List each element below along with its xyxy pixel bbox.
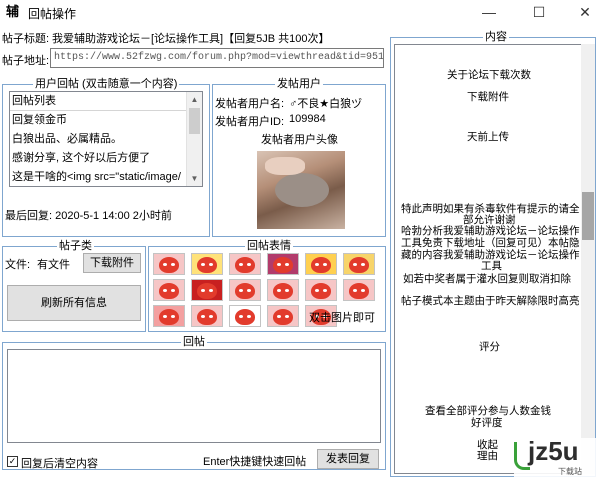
content-line: 天前上传 xyxy=(467,131,509,143)
scroll-up-icon[interactable]: ▲ xyxy=(187,92,202,107)
content-scrollbar[interactable] xyxy=(581,44,595,474)
emoticon-item[interactable] xyxy=(191,279,223,301)
minimize-button[interactable]: — xyxy=(474,0,504,24)
emoticon-face-icon xyxy=(159,309,179,325)
emoticon-item[interactable] xyxy=(153,253,185,275)
emoticon-face-icon xyxy=(311,283,331,299)
reply-list-scrollbar[interactable]: ▲ ▼ xyxy=(186,92,202,186)
poster-uid-label: 发帖者用户ID: xyxy=(215,116,285,128)
content-group-title: 内容 xyxy=(483,31,509,43)
scroll-thumb[interactable] xyxy=(189,108,200,134)
emoticon-item[interactable] xyxy=(229,253,261,275)
reply-group-title: 回帖 xyxy=(181,336,207,348)
poster-group-title: 发帖用户 xyxy=(275,78,323,90)
avatar-hand-shape xyxy=(265,157,305,175)
content-scroll-thumb[interactable] xyxy=(582,192,594,240)
emoticon-face-icon xyxy=(235,309,255,325)
emoticon-item[interactable] xyxy=(229,305,261,327)
list-item[interactable]: 这是干啥的<img src="static/image/ xyxy=(10,168,202,186)
list-item[interactable]: 回复领金币 xyxy=(10,111,202,130)
emoticons-group: 回帖表情 双击图片即可 xyxy=(148,240,386,332)
send-reply-button[interactable]: 发表回复 xyxy=(317,449,379,469)
emoticons-title: 回帖表情 xyxy=(245,240,293,252)
emoticon-item[interactable] xyxy=(191,253,223,275)
emoticon-face-icon xyxy=(159,257,179,273)
avatar-cat-shape xyxy=(275,173,329,207)
emoticon-item[interactable] xyxy=(267,279,299,301)
post-type-title: 帖子类 xyxy=(57,240,94,252)
enter-shortcut-hint: Enter快捷键快速回帖 xyxy=(203,456,307,468)
app-icon: 辅 xyxy=(6,4,20,19)
post-url-input[interactable]: https://www.52fzwg.com/forum.php?mod=vie… xyxy=(50,48,384,68)
reply-textarea[interactable] xyxy=(7,349,381,443)
emoticon-item[interactable] xyxy=(153,279,185,301)
emoticon-face-icon xyxy=(159,283,179,299)
emoticon-item[interactable] xyxy=(229,279,261,301)
emoticon-face-icon xyxy=(235,257,255,273)
content-line: 帖子模式本主题由于昨天解除限时高亮 xyxy=(401,295,580,307)
reply-group: 回帖 ✓ 回复后清空内容 Enter快捷键快速回帖 发表回复 xyxy=(2,336,386,470)
list-item[interactable]: 白狼出品、必属精品。 xyxy=(10,130,202,149)
poster-username-value: ♂不良★白狼ヅ xyxy=(289,98,363,110)
reply-list-header: 回帖列表 xyxy=(10,92,202,111)
content-line: 理由 xyxy=(477,450,498,462)
watermark-sub: 下载站 xyxy=(558,467,582,476)
post-url-label: 帖子地址: xyxy=(2,55,50,67)
poster-username-label: 发帖者用户名: xyxy=(215,98,285,110)
content-line: 好评度 xyxy=(471,417,503,429)
file-value: 有文件 xyxy=(37,259,70,271)
watermark-logo: jz5u 下载站 xyxy=(514,436,598,478)
emoticon-item[interactable] xyxy=(305,253,337,275)
download-attachment-button[interactable]: 下载附件 xyxy=(83,253,141,273)
emoticon-face-icon xyxy=(197,257,217,273)
emoticon-face-icon xyxy=(273,283,293,299)
post-type-group: 帖子类 文件: 有文件 下载附件 刷新所有信息 xyxy=(2,240,146,332)
maximize-button[interactable]: ☐ xyxy=(524,0,554,24)
content-line: 评分 xyxy=(479,341,500,353)
content-line: 关于论坛下载次数 xyxy=(447,69,531,81)
emoticon-face-icon xyxy=(197,309,217,325)
poster-group: 发帖用户 发帖者用户名: ♂不良★白狼ヅ 发帖者用户ID: 109984 发帖者… xyxy=(212,78,386,237)
emoticon-item[interactable] xyxy=(153,305,185,327)
emoticon-item[interactable] xyxy=(267,253,299,275)
user-replies-group: 用户回帖 (双击随意一个内容) 回帖列表 回复领金币 白狼出品、必属精品。 感谢… xyxy=(2,78,210,237)
clear-after-reply-label: 回复后清空内容 xyxy=(21,458,98,470)
emoticon-item[interactable] xyxy=(343,253,375,275)
content-textbox[interactable]: 关于论坛下载次数 下载附件 天前上传 特此声明如果有杀毒软件有提示的请全 部允许… xyxy=(394,44,594,474)
user-replies-title: 用户回帖 (双击随意一个内容) xyxy=(33,78,180,90)
poster-avatar-label: 发帖者用户头像 xyxy=(261,134,338,146)
emoticon-face-icon xyxy=(273,257,293,273)
emoticon-item[interactable] xyxy=(305,279,337,301)
emoticon-face-icon xyxy=(273,309,293,325)
content-line: 下载附件 xyxy=(467,91,509,103)
emoticon-item[interactable] xyxy=(191,305,223,327)
emoticon-face-icon xyxy=(349,283,369,299)
emoticon-face-icon xyxy=(311,257,331,273)
emoticon-item[interactable] xyxy=(343,279,375,301)
clear-after-reply-checkbox[interactable]: ✓ xyxy=(7,456,18,467)
reply-listbox[interactable]: 回帖列表 回复领金币 白狼出品、必属精品。 感谢分享, 这个好以后方便了 这是干… xyxy=(9,91,203,187)
post-title-value: 我爱辅助游戏论坛－[论坛操作工具]【回复5JB 共100次】 xyxy=(52,33,330,45)
content-line: 如若中奖者属于灌水回复则取消扣除 xyxy=(403,273,571,285)
emoticon-face-icon xyxy=(349,257,369,273)
poster-uid-value: 109984 xyxy=(289,113,326,125)
close-button[interactable]: ✕ xyxy=(570,0,600,24)
watermark-text: jz5u xyxy=(528,436,579,466)
refresh-all-button[interactable]: 刷新所有信息 xyxy=(7,285,141,321)
post-title-label: 帖子标题: xyxy=(2,33,50,45)
title-bar: 辅 回帖操作 — ☐ ✕ xyxy=(0,0,600,26)
list-item[interactable]: 感谢分享, 这个好以后方便了 xyxy=(10,149,202,168)
last-reply-text: 最后回复: 2020-5-1 14:00 2小时前 xyxy=(5,210,172,222)
poster-avatar xyxy=(257,151,345,229)
file-label: 文件: xyxy=(5,259,31,271)
window-title: 回帖操作 xyxy=(28,7,77,21)
scroll-down-icon[interactable]: ▼ xyxy=(187,171,202,186)
emoticon-face-icon xyxy=(197,283,217,299)
content-group: 内容 关于论坛下载次数 下载附件 天前上传 特此声明如果有杀毒软件有提示的请全 … xyxy=(390,31,596,477)
emoticon-item[interactable] xyxy=(267,305,299,327)
emoticon-face-icon xyxy=(235,283,255,299)
emoticon-hint: 双击图片即可 xyxy=(309,312,375,324)
